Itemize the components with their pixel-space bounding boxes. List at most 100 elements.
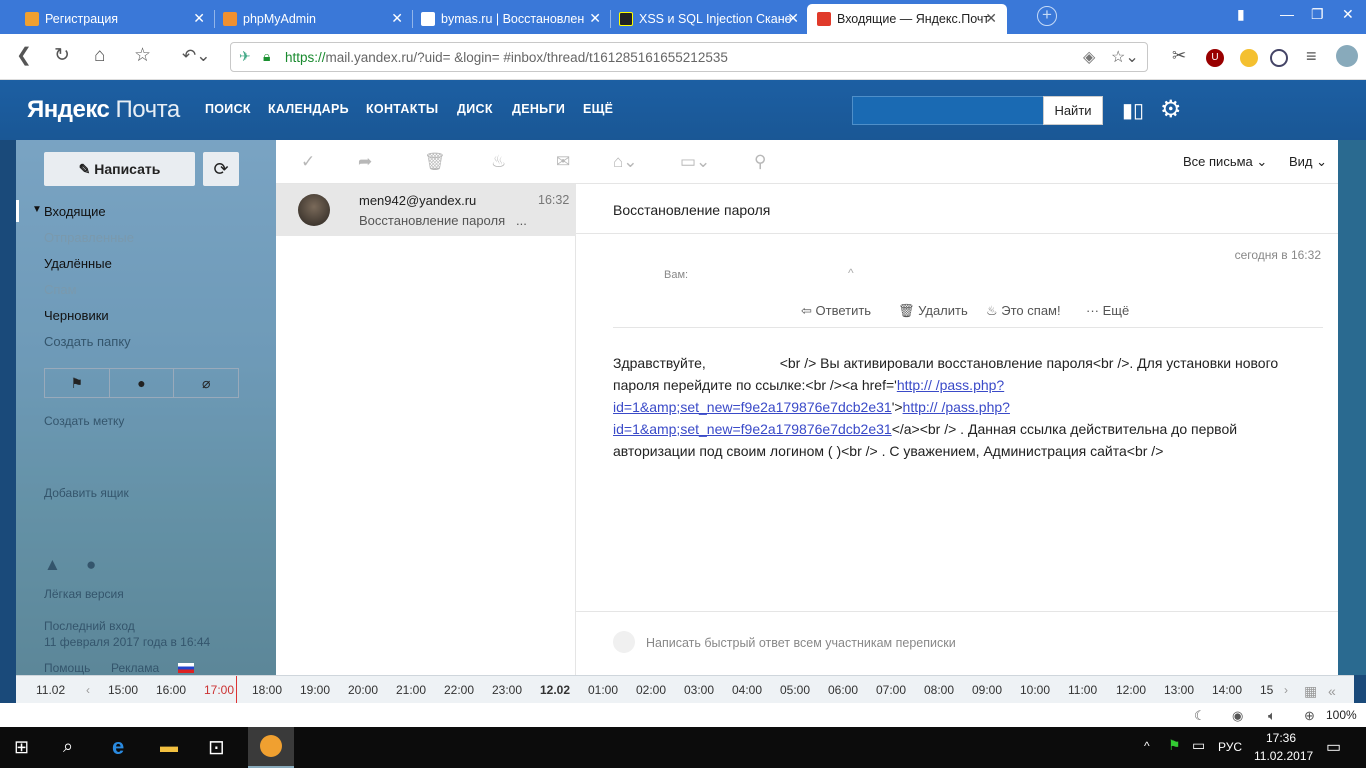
spam-flame-icon[interactable]: ♨	[491, 152, 506, 172]
search-button[interactable]: Найти	[1043, 96, 1103, 125]
undo-close-tab-icon[interactable]: ↶⌄	[182, 46, 211, 66]
close-tab-icon[interactable]: ✕	[985, 11, 997, 25]
all-letters-dropdown[interactable]: Все письма ⌄	[1183, 154, 1267, 170]
close-window-icon[interactable]: ✕	[1342, 6, 1354, 23]
search-icon[interactable]: ⌕	[63, 736, 73, 757]
clock-date[interactable]: 11.02.2017	[1254, 749, 1313, 763]
nav-calendar[interactable]: КАЛЕНДАРЬ	[268, 102, 349, 116]
tray-expand-icon[interactable]: ^	[1144, 739, 1150, 753]
edge-browser-icon[interactable]: e	[112, 734, 124, 760]
profile-avatar-icon[interactable]	[1336, 45, 1358, 67]
night-mode-icon[interactable]: ☾	[1194, 708, 1206, 724]
timeline-prev-icon[interactable]: ‹	[86, 683, 90, 697]
tray-flag-icon[interactable]: ⚑	[1168, 737, 1181, 754]
forward-icon[interactable]: ➦	[358, 152, 372, 172]
delete-button[interactable]: 🗑︎ Удалить	[898, 303, 968, 319]
tab-yandex-mail[interactable]: Входящие — Яндекс.Почт ✕	[807, 4, 1007, 34]
expand-recipients-icon[interactable]: ^	[848, 266, 854, 280]
settings-gear-icon[interactable]: ⚙	[1160, 95, 1182, 124]
add-mailbox-link[interactable]: Добавить ящик	[44, 486, 129, 500]
tab-xss-scanner[interactable]: XSS и SQL Injection Скане ✕	[609, 4, 809, 34]
nav-disk[interactable]: ДИСК	[457, 102, 493, 116]
attachment-icon[interactable]: ⌀	[174, 369, 238, 397]
folder-deleted[interactable]: Удалённые	[44, 256, 112, 271]
nav-contacts[interactable]: КОНТАКТЫ	[366, 102, 438, 116]
turbo-icon[interactable]: ◉	[1232, 708, 1243, 724]
nav-more[interactable]: ЕЩЁ	[583, 102, 613, 116]
spam-button[interactable]: ♨ Это спам!	[986, 303, 1061, 319]
message-list-item[interactable]: men942@yandex.ru Восстановление пароля .…	[276, 184, 576, 236]
close-tab-icon[interactable]: ✕	[589, 11, 601, 25]
menu-icon[interactable]: ≡	[1306, 46, 1317, 66]
nav-money[interactable]: ДЕНЬГИ	[512, 102, 565, 116]
create-label-link[interactable]: Создать метку	[44, 414, 124, 428]
minimize-icon[interactable]: —	[1280, 6, 1294, 22]
trash-icon[interactable]: 🗑︎	[424, 152, 446, 172]
move-folder-icon[interactable]: ▭⌄	[680, 152, 710, 172]
folder-inbox[interactable]: Входящие	[44, 204, 106, 219]
ads-link[interactable]: Реклама	[111, 661, 159, 675]
refresh-button[interactable]: ⟳	[203, 152, 239, 186]
reload-icon[interactable]: ↻	[54, 46, 70, 66]
russia-flag-icon[interactable]	[178, 663, 194, 673]
input-language[interactable]: РУС	[1218, 740, 1242, 754]
view-dropdown[interactable]: Вид ⌄	[1289, 154, 1327, 170]
window-tiles-icon[interactable]: ▮	[1237, 6, 1245, 23]
apple-icon[interactable]: ●	[86, 555, 96, 575]
home-icon[interactable]: ⌂	[94, 46, 105, 66]
reader-mode-icon[interactable]: ◈	[1083, 47, 1095, 67]
light-version-link[interactable]: Лёгкая версия	[44, 587, 124, 601]
bookmark-page-icon[interactable]: ☆⌄	[1111, 47, 1139, 67]
notifications-icon[interactable]: ▭	[1326, 737, 1341, 757]
reply-button[interactable]: ⇦ Ответить	[801, 303, 871, 319]
weather-icon[interactable]	[1240, 49, 1258, 67]
bookmark-star-icon[interactable]: ☆	[134, 46, 151, 66]
ublock-icon[interactable]: U	[1206, 49, 1224, 67]
volume-icon[interactable]: 🔈︎	[1268, 708, 1276, 724]
themes-icon[interactable]: ▮▯	[1122, 98, 1144, 123]
close-tab-icon[interactable]: ✕	[391, 11, 403, 25]
android-icon[interactable]: ▲	[44, 555, 61, 575]
select-all-icon[interactable]: ✓	[301, 152, 315, 172]
close-tab-icon[interactable]: ✕	[787, 11, 799, 25]
folder-drafts[interactable]: Черновики	[44, 308, 109, 323]
folder-sent[interactable]: Отправленные	[44, 230, 134, 245]
pin-icon[interactable]: ⚲	[754, 152, 766, 172]
collapse-timeline-icon[interactable]: «	[1328, 683, 1336, 699]
windows-start-icon[interactable]: ⊞	[14, 737, 29, 758]
new-tab-icon[interactable]: +	[1037, 6, 1057, 26]
quick-reply-field[interactable]: Написать быстрый ответ всем участникам п…	[646, 636, 956, 650]
timeline-hour: 03:00	[684, 683, 715, 697]
yandex-mail-logo[interactable]: Яндекс Почта	[27, 96, 180, 124]
scissors-icon[interactable]: ✂	[1172, 46, 1186, 66]
nav-search[interactable]: ПОИСК	[205, 102, 251, 116]
address-bar[interactable]: ✈ 🔒︎ https://mail.yandex.ru/?uid= &login…	[230, 42, 1148, 72]
eye-icon[interactable]	[1270, 49, 1288, 67]
mail-search-input[interactable]	[852, 96, 1044, 125]
label-dropdown-icon[interactable]: ⌂⌄	[613, 152, 638, 172]
timeline-next-icon[interactable]: ›	[1284, 683, 1288, 697]
tab-phpmyadmin[interactable]: phpMyAdmin ✕	[213, 4, 413, 34]
back-icon[interactable]: ❮	[16, 46, 32, 66]
tab-registration[interactable]: Регистрация ✕	[15, 4, 215, 34]
close-tab-icon[interactable]: ✕	[193, 11, 205, 25]
store-icon[interactable]: ⊡	[208, 735, 225, 760]
unread-dot-icon[interactable]: ●	[110, 369, 175, 397]
create-folder-link[interactable]: Создать папку	[44, 334, 131, 349]
more-actions-button[interactable]: ··· Ещё	[1086, 303, 1129, 318]
file-explorer-icon[interactable]: ▬	[160, 736, 178, 757]
tab-bymas[interactable]: bymas.ru | Восстановлен ✕	[411, 4, 611, 34]
collapse-arrow-icon[interactable]: ▼	[32, 204, 42, 215]
zoom-level[interactable]: 100%	[1326, 708, 1357, 722]
calendar-add-icon[interactable]: ▦	[1304, 683, 1317, 700]
folder-spam[interactable]: Спам	[44, 282, 77, 297]
network-icon[interactable]: ▭	[1192, 737, 1205, 754]
zoom-icon[interactable]: ⊕	[1304, 708, 1315, 724]
mark-read-icon[interactable]: ✉	[556, 152, 570, 172]
yandex-browser-taskbar-item[interactable]	[248, 727, 294, 768]
clock-time[interactable]: 17:36	[1266, 731, 1296, 745]
help-link[interactable]: Помощь	[44, 661, 90, 675]
compose-button[interactable]: ✎ Написать	[44, 152, 195, 186]
maximize-icon[interactable]: ❐	[1311, 6, 1324, 23]
flag-icon[interactable]: ⚑	[45, 369, 110, 397]
